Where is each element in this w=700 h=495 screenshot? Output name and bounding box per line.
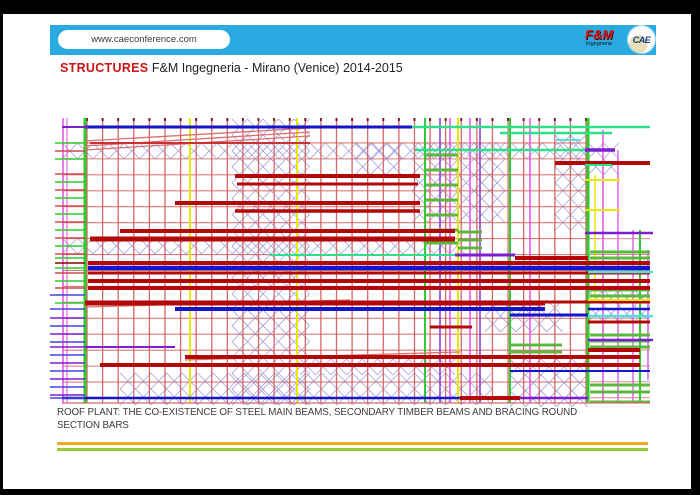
slide-title: STRUCTURES F&M Ingegneria - Mirano (Veni… bbox=[60, 61, 403, 75]
footer-stripe-green bbox=[57, 448, 648, 451]
cae-logo: CAE bbox=[628, 26, 655, 53]
title-emphasis: STRUCTURES bbox=[60, 61, 148, 75]
caption-line-2: SECTION BARS bbox=[57, 419, 661, 432]
fm-logo-subtext: Ingegneria bbox=[576, 42, 622, 48]
fm-logo-text: F&M bbox=[576, 28, 622, 41]
footer-stripe-orange bbox=[57, 442, 648, 445]
url-pill: www.caeconference.com bbox=[58, 30, 230, 49]
title-rest: F&M Ingegneria - Mirano (Venice) 2014-20… bbox=[148, 61, 402, 75]
fm-ingegneria-logo: F&M Ingegneria bbox=[576, 28, 622, 52]
conference-url: www.caeconference.com bbox=[91, 34, 197, 45]
cae-logo-text: CAE bbox=[633, 35, 651, 45]
header-bar: www.caeconference.com F&M Ingegneria CAE bbox=[50, 25, 656, 55]
caption-line-1: ROOF PLANT: THE CO-EXISTENCE OF STEEL MA… bbox=[57, 406, 661, 419]
slide-stage: www.caeconference.com F&M Ingegneria CAE… bbox=[0, 0, 700, 495]
caption: ROOF PLANT: THE CO-EXISTENCE OF STEEL MA… bbox=[57, 406, 661, 432]
